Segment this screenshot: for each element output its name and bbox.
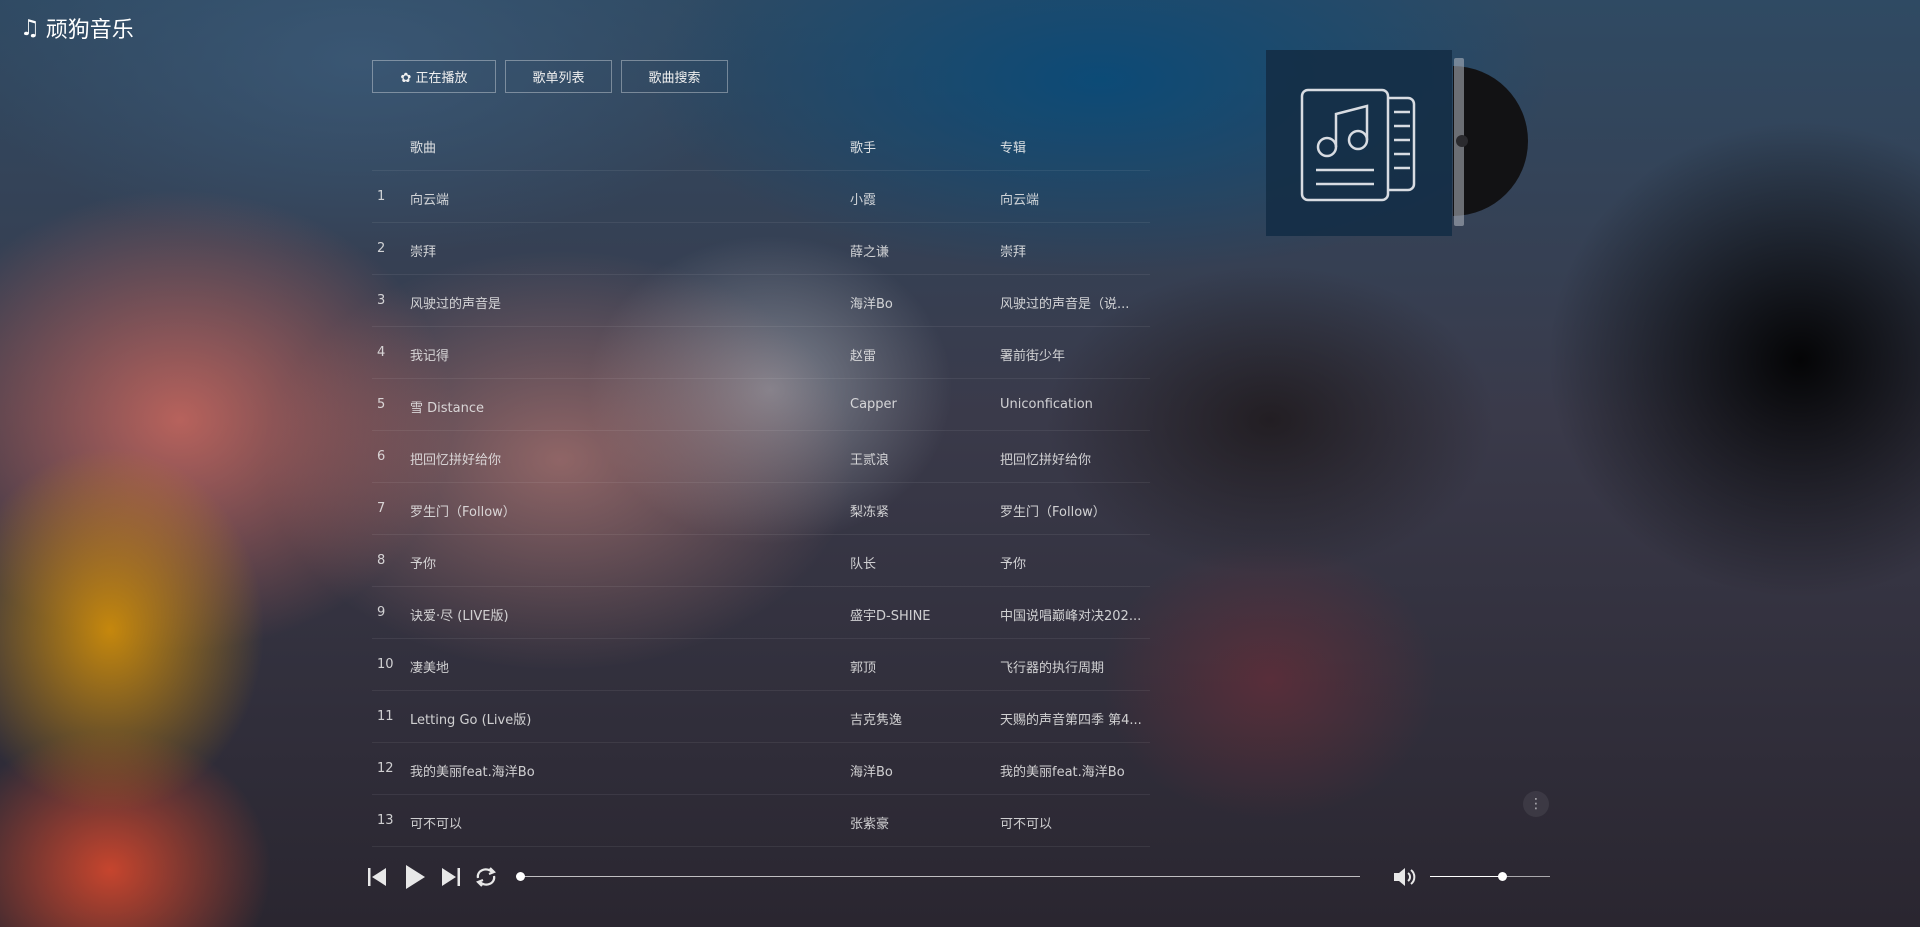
table-header: 歌曲 歌手 专辑 bbox=[372, 119, 1150, 171]
song-artist: 郭顶 bbox=[850, 661, 877, 676]
song-title: 风驶过的声音是 bbox=[410, 297, 502, 312]
song-album: 可不可以 bbox=[1000, 817, 1053, 832]
music-note-icon: ♫ bbox=[20, 15, 40, 41]
song-album: Uniconfication bbox=[1000, 397, 1093, 412]
song-artist: 薛之谦 bbox=[850, 245, 890, 260]
song-title: 我的美丽feat.海洋Bo bbox=[410, 765, 535, 780]
song-title: 我记得 bbox=[410, 349, 450, 364]
song-row[interactable]: 2 崇拜 薛之谦 崇拜 bbox=[372, 223, 1150, 275]
song-row[interactable]: 3 风驶过的声音是 海洋Bo 风驶过的声音是（说... bbox=[372, 275, 1150, 327]
song-row[interactable]: 10 凄美地 郭顶 飞行器的执行周期 bbox=[372, 639, 1150, 691]
song-row[interactable]: 13 可不可以 张紫豪 可不可以 bbox=[372, 795, 1150, 847]
song-album: 向云端 bbox=[1000, 193, 1040, 208]
song-row[interactable]: 12 我的美丽feat.海洋Bo 海洋Bo 我的美丽feat.海洋Bo bbox=[372, 743, 1150, 795]
song-album: 予你 bbox=[1000, 557, 1027, 572]
song-artist: 海洋Bo bbox=[850, 297, 893, 312]
tab-now-playing[interactable]: ✿ 正在播放 bbox=[372, 60, 496, 93]
loop-icon[interactable] bbox=[474, 866, 498, 888]
song-index: 3 bbox=[377, 293, 386, 308]
song-artist: 队长 bbox=[850, 557, 877, 572]
volume-icon[interactable] bbox=[1392, 866, 1418, 888]
song-row[interactable]: 9 诀爱·尽 (LIVE版) 盛宇D-SHINE 中国说唱巅峰对决202... bbox=[372, 587, 1150, 639]
song-index: 7 bbox=[377, 501, 386, 516]
song-row[interactable]: 7 罗生门（Follow） 梨冻紧 罗生门（Follow） bbox=[372, 483, 1150, 535]
volume-slider[interactable] bbox=[1430, 872, 1550, 881]
song-row[interactable]: 6 把回忆拼好给你 王贰浪 把回忆拼好给你 bbox=[372, 431, 1150, 483]
song-index: 1 bbox=[377, 189, 386, 204]
song-index: 6 bbox=[377, 449, 386, 464]
app-header: ♫ 顽狗音乐 bbox=[20, 12, 134, 44]
column-header-album: 专辑 bbox=[1000, 141, 1027, 156]
more-options-button[interactable]: ⋮ bbox=[1523, 791, 1549, 817]
song-index: 2 bbox=[377, 241, 386, 256]
song-artist: 张紫豪 bbox=[850, 817, 890, 832]
music-document-icon bbox=[1300, 88, 1416, 202]
play-icon[interactable] bbox=[403, 864, 427, 890]
song-index: 13 bbox=[377, 813, 394, 828]
song-album: 署前街少年 bbox=[1000, 349, 1066, 364]
nav-tabs: ✿ 正在播放 歌单列表 歌曲搜索 bbox=[372, 60, 728, 93]
song-row[interactable]: 4 我记得 赵雷 署前街少年 bbox=[372, 327, 1150, 379]
vertical-dots-icon: ⋮ bbox=[1529, 796, 1543, 812]
song-row[interactable]: 11 Letting Go (Live版) 吉克隽逸 天赐的声音第四季 第4... bbox=[372, 691, 1150, 743]
song-album: 风驶过的声音是（说... bbox=[1000, 297, 1130, 312]
song-artist: 梨冻紧 bbox=[850, 505, 890, 520]
song-artist: 王贰浪 bbox=[850, 453, 890, 468]
song-artist: 海洋Bo bbox=[850, 765, 893, 780]
song-artist: Capper bbox=[850, 397, 897, 412]
previous-icon[interactable] bbox=[366, 866, 388, 888]
song-artist: 赵雷 bbox=[850, 349, 877, 364]
song-index: 11 bbox=[377, 709, 394, 724]
song-artist: 吉克隽逸 bbox=[850, 713, 903, 728]
song-index: 9 bbox=[377, 605, 386, 620]
song-index: 5 bbox=[377, 397, 386, 412]
song-album: 罗生门（Follow） bbox=[1000, 505, 1106, 520]
song-title: 予你 bbox=[410, 557, 437, 572]
tab-song-search[interactable]: 歌曲搜索 bbox=[621, 60, 728, 93]
song-title: 把回忆拼好给你 bbox=[410, 453, 502, 468]
player-bar bbox=[366, 862, 1556, 892]
song-album: 把回忆拼好给你 bbox=[1000, 453, 1092, 468]
song-row[interactable]: 1 向云端 小霞 向云端 bbox=[372, 171, 1150, 223]
song-title: Letting Go (Live版) bbox=[410, 713, 532, 728]
song-album: 天赐的声音第四季 第4... bbox=[1000, 713, 1142, 728]
progress-bar[interactable] bbox=[516, 872, 1360, 881]
song-index: 4 bbox=[377, 345, 386, 360]
song-index: 8 bbox=[377, 553, 386, 568]
volume-fill bbox=[1430, 876, 1502, 877]
song-artist: 盛宇D-SHINE bbox=[850, 609, 931, 624]
column-header-artist: 歌手 bbox=[850, 141, 877, 156]
song-title: 罗生门（Follow） bbox=[410, 505, 516, 520]
song-artist: 小霞 bbox=[850, 193, 877, 208]
song-album: 飞行器的执行周期 bbox=[1000, 661, 1105, 676]
progress-knob[interactable] bbox=[516, 872, 525, 881]
song-table: 歌曲 歌手 专辑 1 向云端 小霞 向云端 2 崇拜 薛之谦 崇拜 3 风驶过的声音是 海洋Bo 风驶… bbox=[372, 119, 1150, 847]
song-title: 崇拜 bbox=[410, 245, 437, 260]
song-album: 崇拜 bbox=[1000, 245, 1027, 260]
tab-playlists[interactable]: 歌单列表 bbox=[505, 60, 612, 93]
song-title: 诀爱·尽 (LIVE版) bbox=[410, 609, 509, 624]
song-album: 我的美丽feat.海洋Bo bbox=[1000, 765, 1125, 780]
song-index: 10 bbox=[377, 657, 394, 672]
song-title: 向云端 bbox=[410, 193, 450, 208]
song-album: 中国说唱巅峰对决202... bbox=[1000, 609, 1142, 624]
app-title: 顽狗音乐 bbox=[45, 18, 134, 43]
song-title: 可不可以 bbox=[410, 817, 463, 832]
next-icon[interactable] bbox=[440, 866, 462, 888]
disc-center bbox=[1456, 135, 1468, 147]
column-header-title: 歌曲 bbox=[410, 141, 437, 156]
volume-knob[interactable] bbox=[1498, 872, 1507, 881]
song-row[interactable]: 8 予你 队长 予你 bbox=[372, 535, 1150, 587]
song-title: 凄美地 bbox=[410, 661, 450, 676]
now-playing-cover bbox=[1266, 50, 1528, 236]
album-cover bbox=[1266, 50, 1452, 236]
song-title: 雪 Distance bbox=[410, 401, 484, 416]
song-row[interactable]: 5 雪 Distance Capper Uniconfication bbox=[372, 379, 1150, 431]
song-index: 12 bbox=[377, 761, 394, 776]
